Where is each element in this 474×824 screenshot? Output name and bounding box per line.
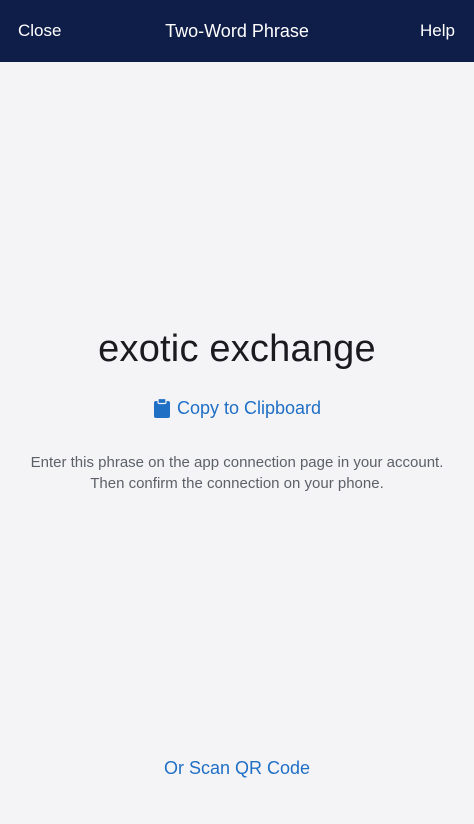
copy-to-clipboard-label: Copy to Clipboard (176, 398, 322, 418)
copy-to-clipboard-content: Copy to Clipboard (153, 398, 321, 419)
two-word-phrase-screen: Close Two-Word Phrase Help exotic exchan… (0, 0, 474, 824)
clipboard-icon (153, 398, 171, 419)
navigation-bar: Close Two-Word Phrase Help (0, 0, 474, 62)
instructions-text: Enter this phrase on the app connection … (30, 454, 444, 492)
close-button[interactable]: Close (18, 0, 61, 62)
page-title: Two-Word Phrase (165, 21, 309, 41)
two-word-phrase: exotic exchange (98, 328, 376, 370)
scan-qr-code-button[interactable]: Or Scan QR Code (0, 758, 474, 779)
copy-to-clipboard-button[interactable]: Copy to Clipboard (0, 398, 474, 424)
help-button[interactable]: Help (420, 0, 455, 62)
